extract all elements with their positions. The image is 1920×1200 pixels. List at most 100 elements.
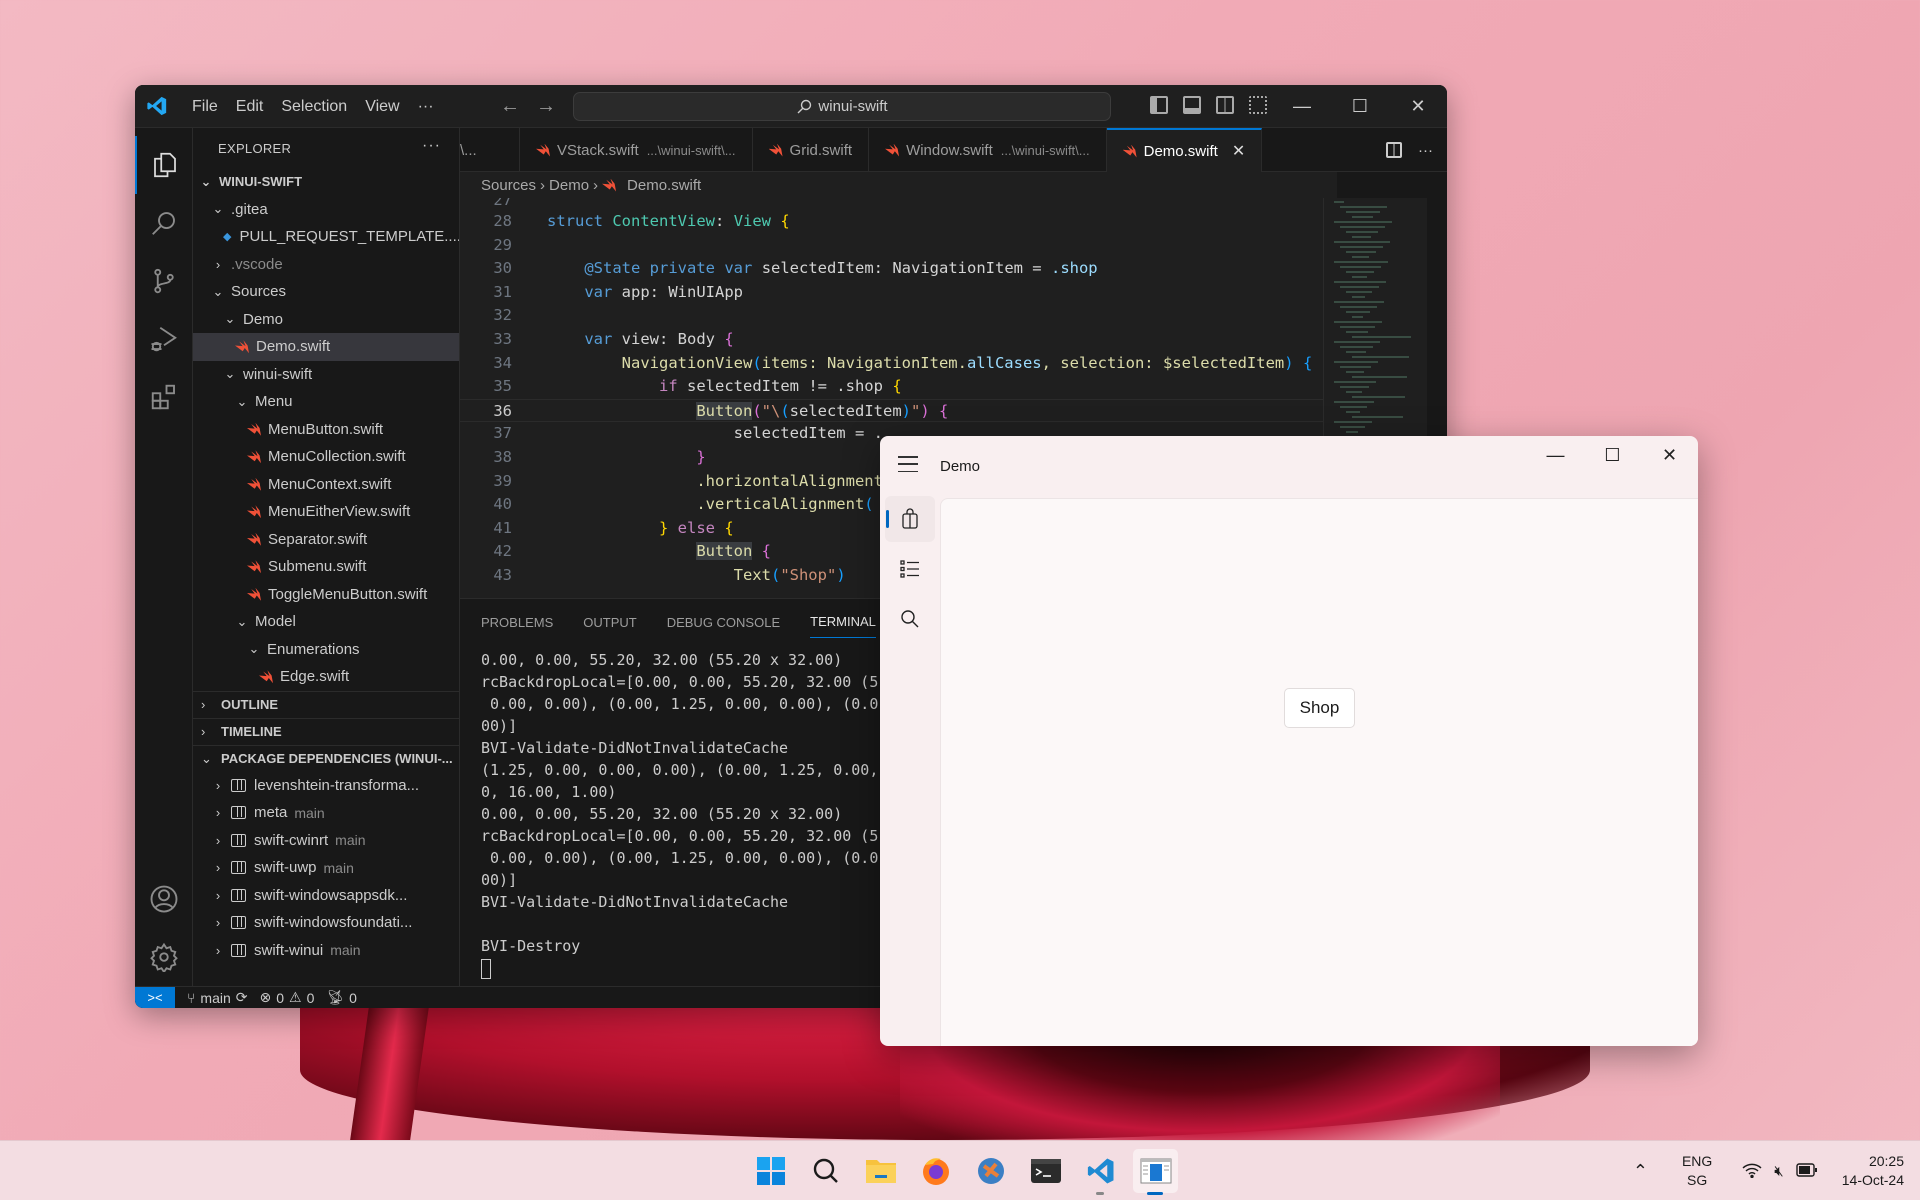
- nav-item-search[interactable]: [885, 596, 935, 642]
- breadcrumb-demo[interactable]: Demo: [549, 177, 589, 194]
- start-button[interactable]: [748, 1149, 793, 1193]
- minimize-button[interactable]: —: [1273, 85, 1331, 128]
- breadcrumb-sources[interactable]: Sources: [481, 177, 536, 194]
- toggle-secondary-sidebar-icon[interactable]: [1216, 96, 1234, 114]
- volume-muted-icon[interactable]: 🔇︎: [1774, 1163, 1783, 1180]
- account-icon[interactable]: [135, 870, 193, 928]
- section-header-timeline[interactable]: › TIMELINE: [193, 717, 459, 745]
- taskbar-firefox[interactable]: [913, 1149, 958, 1193]
- sync-icon[interactable]: ⟳: [236, 989, 248, 1006]
- tree-file[interactable]: Submenu.swift: [193, 553, 459, 581]
- tab-window-swift[interactable]: Window.swift ...\winui-swift\...: [869, 128, 1107, 172]
- toggle-panel-icon[interactable]: [1183, 96, 1201, 114]
- maximize-button[interactable]: ☐: [1331, 85, 1389, 128]
- tab-[interactable]: \...: [460, 128, 520, 172]
- input-language-indicator[interactable]: ENG SG: [1682, 1152, 1712, 1190]
- tree-file[interactable]: Edge.swift: [193, 663, 459, 691]
- tab-vstack-swift[interactable]: VStack.swift ...\winui-swift\...: [520, 128, 753, 172]
- menu-selection[interactable]: Selection: [272, 85, 356, 128]
- editor-more-button[interactable]: ···: [1418, 142, 1433, 159]
- customize-layout-icon[interactable]: [1249, 96, 1267, 114]
- forward-arrow-icon[interactable]: →: [536, 85, 556, 128]
- close-tab-icon[interactable]: ✕: [1232, 141, 1245, 161]
- tree-file[interactable]: ◆ PULL_REQUEST_TEMPLATE....: [193, 223, 459, 251]
- ports-status[interactable]: 📡︎ 0: [326, 989, 357, 1006]
- back-arrow-icon[interactable]: ←: [500, 85, 520, 128]
- clock[interactable]: 20:25 14-Oct-24: [1842, 1152, 1904, 1190]
- tree-file[interactable]: MenuContext.swift: [193, 471, 459, 499]
- tree-file[interactable]: MenuEitherView.swift: [193, 498, 459, 526]
- toggle-primary-sidebar-icon[interactable]: [1150, 96, 1168, 114]
- hamburger-menu-icon[interactable]: [898, 456, 918, 472]
- tree-file[interactable]: ToggleMenuButton.swift: [193, 581, 459, 609]
- explorer-icon[interactable]: [135, 136, 193, 194]
- menu-view[interactable]: View: [356, 85, 408, 128]
- demo-close-button[interactable]: ✕: [1641, 436, 1698, 474]
- settings-gear-icon[interactable]: [135, 928, 193, 986]
- minimap-line: [1340, 426, 1365, 428]
- taskbar-search-button[interactable]: [803, 1149, 848, 1193]
- dependency-item[interactable]: › swift-winui main: [193, 937, 459, 965]
- tree-folder[interactable]: ⌄ Sources: [193, 278, 459, 306]
- command-center-search[interactable]: winui-swift: [573, 92, 1111, 121]
- taskbar-demo-app[interactable]: [1133, 1149, 1178, 1195]
- menu-edit[interactable]: Edit: [227, 85, 273, 128]
- nav-item-shop[interactable]: [885, 496, 935, 542]
- panel-tab-problems[interactable]: PROBLEMS: [481, 603, 553, 638]
- breadcrumb-separator: ›: [593, 176, 599, 194]
- close-button[interactable]: ✕: [1389, 85, 1447, 128]
- git-branch-status[interactable]: ⑂ main ⟳: [187, 989, 248, 1006]
- tree-folder[interactable]: ⌄ Demo: [193, 306, 459, 334]
- dependency-item[interactable]: › swift-uwp main: [193, 854, 459, 882]
- panel-tab-debug-console[interactable]: DEBUG CONSOLE: [667, 603, 780, 638]
- package-icon: [231, 833, 246, 847]
- problems-status[interactable]: ⊗ 0 ⚠ 0: [260, 989, 315, 1006]
- tree-folder[interactable]: ⌄ .gitea: [193, 196, 459, 224]
- wifi-icon[interactable]: [1742, 1162, 1762, 1181]
- search-icon[interactable]: [135, 194, 193, 252]
- run-debug-icon[interactable]: [135, 310, 193, 368]
- tab-demo-swift[interactable]: Demo.swift ✕: [1106, 128, 1263, 172]
- tree-folder[interactable]: › .vscode: [193, 251, 459, 279]
- section-header-package-dependencies[interactable]: ⌄ PACKAGE DEPENDENCIES (WINUI-...: [193, 744, 459, 772]
- menu-more[interactable]: ···: [409, 85, 443, 128]
- nav-item-list[interactable]: [885, 546, 935, 592]
- tree-file[interactable]: Separator.swift: [193, 526, 459, 554]
- dependency-item[interactable]: › swift-windowsappsdk...: [193, 882, 459, 910]
- menu-file[interactable]: File: [183, 85, 227, 128]
- tree-folder[interactable]: ⌄ Menu: [193, 388, 459, 416]
- tree-file[interactable]: Demo.swift: [193, 333, 459, 361]
- demo-minimize-button[interactable]: —: [1527, 436, 1584, 474]
- package-icon: [231, 888, 246, 902]
- battery-icon[interactable]: [1796, 1162, 1818, 1180]
- app-window-icon: [1140, 1158, 1171, 1184]
- taskbar-app[interactable]: [968, 1149, 1013, 1193]
- section-header-outline[interactable]: › OUTLINE: [193, 690, 459, 718]
- tree-root[interactable]: ⌄ WINUI-SWIFT: [193, 168, 459, 196]
- dependency-item[interactable]: › levenshtein-transforma...: [193, 772, 459, 800]
- shop-button[interactable]: Shop: [1284, 688, 1355, 728]
- breadcrumb-file[interactable]: Demo.swift: [627, 177, 701, 194]
- tab-grid-swift[interactable]: Grid.swift: [753, 128, 870, 172]
- remote-indicator-icon[interactable]: ><: [135, 986, 175, 1008]
- tree-file[interactable]: MenuButton.swift: [193, 416, 459, 444]
- taskbar-terminal[interactable]: [1023, 1149, 1068, 1193]
- taskbar-file-explorer[interactable]: [858, 1149, 903, 1193]
- tree-folder[interactable]: ⌄ winui-swift: [193, 361, 459, 389]
- tree-folder[interactable]: ⌄ Model: [193, 608, 459, 636]
- chevron-down-icon: ⌄: [201, 750, 212, 766]
- demo-maximize-button[interactable]: ☐: [1584, 436, 1641, 474]
- panel-tab-output[interactable]: OUTPUT: [583, 603, 636, 638]
- dependency-item[interactable]: › swift-cwinrt main: [193, 827, 459, 855]
- tree-folder[interactable]: ⌄ Enumerations: [193, 636, 459, 664]
- dependency-item[interactable]: › meta main: [193, 799, 459, 827]
- explorer-more-button[interactable]: ···: [422, 137, 441, 155]
- tree-file[interactable]: MenuCollection.swift: [193, 443, 459, 471]
- extensions-icon[interactable]: [135, 368, 193, 426]
- dependency-item[interactable]: › swift-windowsfoundati...: [193, 909, 459, 937]
- show-hidden-icons-chevron-up-icon[interactable]: ⌃: [1633, 1161, 1648, 1182]
- taskbar-vscode[interactable]: [1078, 1149, 1123, 1195]
- source-control-icon[interactable]: [135, 252, 193, 310]
- panel-tab-terminal[interactable]: TERMINAL: [810, 602, 876, 638]
- split-editor-icon[interactable]: [1386, 142, 1402, 158]
